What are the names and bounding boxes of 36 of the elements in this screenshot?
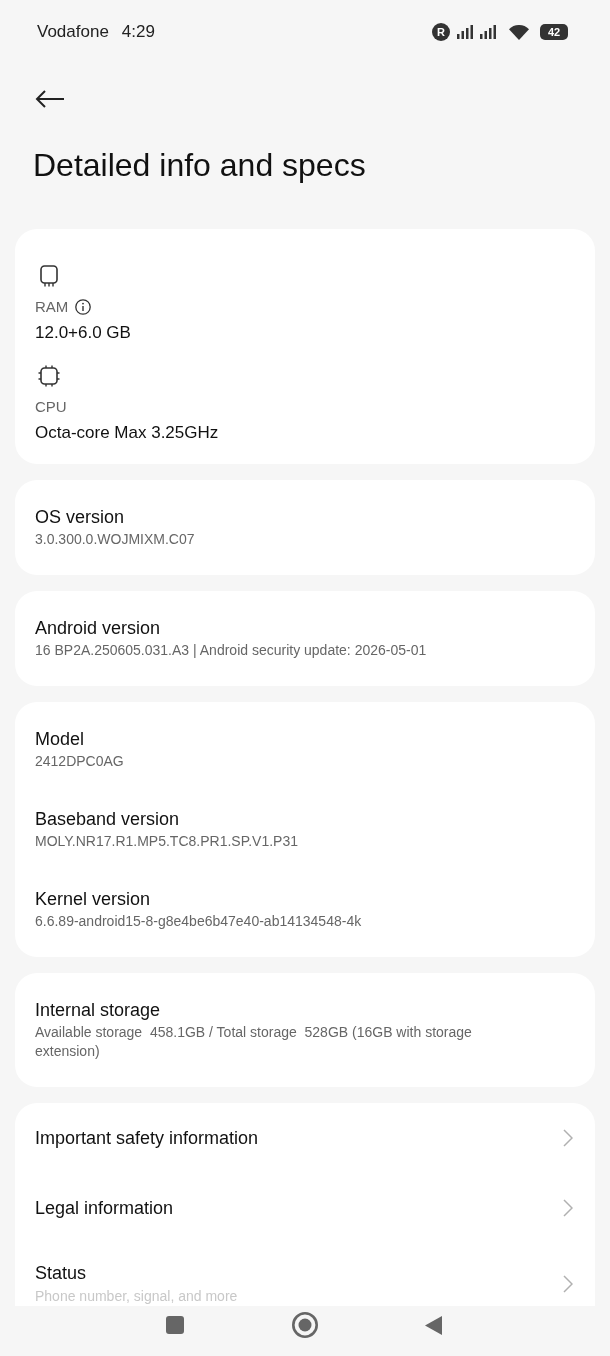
chevron-right-icon — [563, 1129, 573, 1147]
signal-icon — [457, 25, 473, 39]
back-triangle-icon[interactable] — [425, 1315, 442, 1335]
processor-chip-icon — [38, 365, 60, 387]
chevron-right-icon — [563, 1275, 573, 1293]
roaming-badge: R — [432, 23, 450, 41]
back-arrow-icon — [35, 89, 65, 109]
detail-title: Baseband version — [35, 808, 181, 830]
detail-value: Available storage 458.1GB / Total storage 528GB (16GB with storage extension) — [35, 1023, 473, 1061]
home-circle-icon[interactable] — [292, 1312, 318, 1338]
detail-value: 3.0.300.0.WOJMIXM.C07 — [35, 530, 196, 549]
detail-value: MOLY.NR17.R1.MP5.TC8.PR1.SP.V1.P31 — [35, 832, 299, 851]
spec-label: CPU — [35, 397, 67, 417]
page-title: Detailed info and specs — [33, 146, 367, 185]
info-icon[interactable] — [75, 299, 92, 315]
battery-indicator: 42 — [540, 24, 568, 40]
menu-item[interactable]: Status — [35, 1262, 238, 1284]
detail-value: 6.6.89-android15-8-g8e4be6b47e40-ab14134548-4k — [35, 912, 363, 931]
spec-value: 12.0+6.0 GB — [35, 322, 132, 344]
detail-value: 16 BP2A.250605.031.A3 | Android security update: 2026-05-01 — [35, 641, 428, 660]
signal-icon — [480, 25, 496, 39]
wifi-icon — [509, 24, 529, 40]
detail-title: Internal storage — [35, 999, 162, 1021]
clock-time: 4:29 — [121, 21, 155, 43]
carrier-name: Vodafone — [37, 21, 109, 43]
menu-item[interactable]: Important safety information — [35, 1127, 259, 1149]
detail-title: Model — [35, 728, 86, 750]
spec-label: RAM — [35, 297, 69, 317]
detail-title: Android version — [35, 617, 162, 639]
detail-title: OS version — [35, 506, 126, 528]
detail-value: 2412DPC0AG — [35, 752, 125, 771]
detail-title: Kernel version — [35, 888, 152, 910]
chevron-right-icon — [563, 1199, 573, 1217]
menu-item[interactable]: Legal information — [35, 1197, 174, 1219]
memory-chip-icon — [38, 265, 60, 287]
spec-value: Octa-core Max 3.25GHz — [35, 422, 220, 444]
